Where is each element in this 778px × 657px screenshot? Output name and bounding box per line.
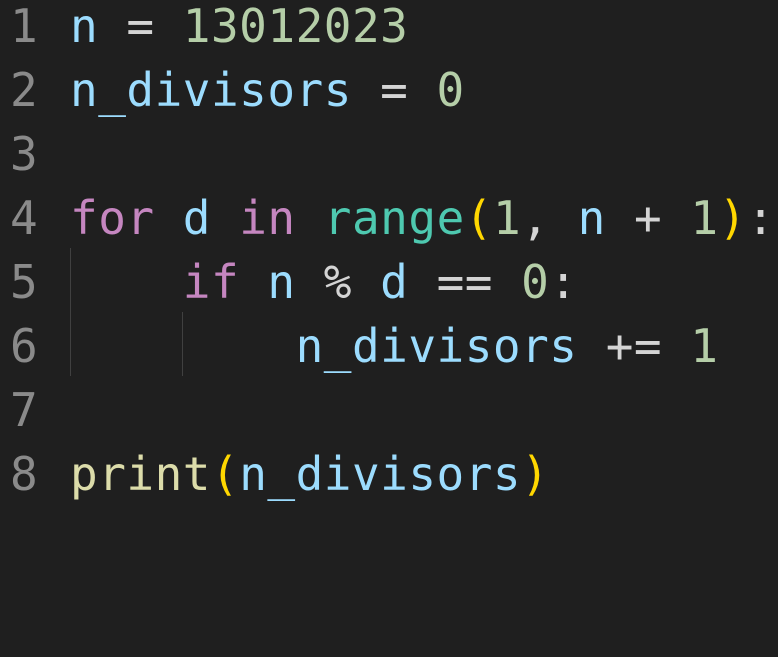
token-variable: n xyxy=(267,255,296,309)
line-code[interactable]: if n % d == 0: xyxy=(70,256,578,308)
code-line-4[interactable]: 4 for d in range(1, n + 1): xyxy=(0,192,778,256)
token-number: 1 xyxy=(690,319,719,373)
token-keyword: for xyxy=(70,191,155,245)
line-number: 4 xyxy=(10,191,39,245)
token-function: print xyxy=(70,447,211,501)
token-operator: = xyxy=(351,63,437,117)
line-code[interactable]: n = 13012023 xyxy=(70,0,408,52)
line-number: 2 xyxy=(10,63,39,117)
token-bracket: ( xyxy=(210,447,240,501)
token-number: 1 xyxy=(492,191,522,245)
token-operator: += xyxy=(577,319,691,373)
token-variable: n xyxy=(70,0,99,53)
line-number: 3 xyxy=(10,127,39,181)
code-line-7[interactable]: 7 xyxy=(0,384,778,448)
token-variable: d xyxy=(182,191,211,245)
token-bracket: ( xyxy=(464,191,493,245)
token-variable: n_divisors xyxy=(239,447,522,501)
token-number: 0 xyxy=(436,63,465,117)
token-bracket: ) xyxy=(718,191,747,245)
token-builtin: range xyxy=(323,191,465,245)
code-line-8[interactable]: 8 print(n_divisors) xyxy=(0,448,778,512)
token-number: 1 xyxy=(690,191,719,245)
token-operator: = xyxy=(98,0,183,53)
code-line-5[interactable]: 5 if n % d == 0: xyxy=(0,256,778,320)
token-operator: + xyxy=(605,191,691,245)
token-bracket: ) xyxy=(521,447,550,501)
line-number: 8 xyxy=(10,447,39,501)
token-keyword: in xyxy=(239,191,296,245)
token-variable: n_divisors xyxy=(70,63,352,117)
line-code[interactable]: print(n_divisors) xyxy=(70,448,549,500)
line-code[interactable]: n_divisors = 0 xyxy=(70,64,465,116)
token-variable: n_divisors xyxy=(295,319,578,373)
code-editor[interactable]: 1 n = 13012023 2 n_divisors = 0 3 4 for … xyxy=(0,0,778,508)
token-variable: d xyxy=(380,255,409,309)
line-code[interactable]: for d in range(1, n + 1): xyxy=(70,192,775,244)
line-number: 7 xyxy=(10,383,39,437)
token-variable: n xyxy=(577,191,606,245)
token-number: 0 xyxy=(521,255,550,309)
code-line-3[interactable]: 3 xyxy=(0,128,778,192)
token-punctuation: : xyxy=(549,255,578,309)
line-number: 1 xyxy=(10,0,39,53)
token-keyword: if xyxy=(182,255,240,309)
line-code[interactable]: n_divisors += 1 xyxy=(70,320,719,372)
token-operator: == xyxy=(408,255,522,309)
token-punctuation: : xyxy=(746,191,775,245)
token-punctuation: , xyxy=(521,191,578,245)
token-operator: % xyxy=(295,255,381,309)
line-number: 5 xyxy=(10,255,39,309)
code-line-2[interactable]: 2 n_divisors = 0 xyxy=(0,64,778,128)
code-line-6[interactable]: 6 n_divisors += 1 xyxy=(0,320,778,384)
line-number: 6 xyxy=(10,319,39,373)
token-number: 13012023 xyxy=(182,0,409,53)
code-line-1[interactable]: 1 n = 13012023 xyxy=(0,0,778,64)
